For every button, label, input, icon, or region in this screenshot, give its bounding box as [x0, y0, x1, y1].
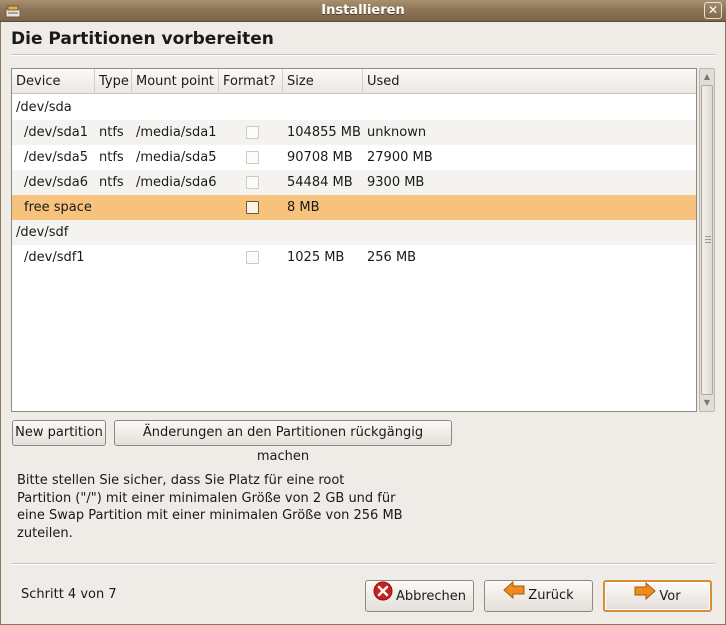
- title-bar: Installieren ✕: [0, 0, 726, 22]
- column-header-used[interactable]: Used: [363, 69, 696, 94]
- table-row[interactable]: /dev/sdf1 1025 MB 256 MB: [12, 245, 696, 270]
- header-separator: [11, 54, 715, 56]
- scroll-up-icon[interactable]: ▲: [701, 71, 713, 83]
- info-line: zuteilen.: [17, 525, 73, 541]
- column-header-device[interactable]: Device: [12, 69, 95, 94]
- forward-button[interactable]: Vor: [603, 580, 712, 612]
- scroll-thumb[interactable]: [701, 85, 713, 395]
- table-row-selected[interactable]: free space 8 MB: [12, 195, 696, 220]
- device-cell: /dev/sda5: [24, 150, 88, 165]
- device-cell: /dev/sdf1: [24, 250, 85, 265]
- table-row[interactable]: /dev/sda5 ntfs /media/sda5 90708 MB 2790…: [12, 145, 696, 170]
- column-header-mount-point[interactable]: Mount point: [132, 69, 219, 94]
- step-indicator: Schritt 4 von 7: [21, 587, 117, 602]
- device-cell: /dev/sdf: [16, 225, 69, 240]
- type-cell: ntfs: [99, 150, 124, 165]
- partition-table[interactable]: Device Type Mount point Format? Size Use…: [11, 68, 697, 412]
- arrow-left-icon: [503, 580, 525, 611]
- used-cell: 27900 MB: [367, 150, 433, 165]
- info-text: Bitte stellen Sie sicher, dass Sie Platz…: [17, 472, 417, 542]
- mount-cell: /media/sda1: [136, 125, 217, 140]
- grip-line: [705, 239, 711, 240]
- footer-separator: [11, 563, 715, 565]
- cancel-button[interactable]: Abbrechen: [365, 580, 474, 612]
- close-button[interactable]: ✕: [704, 2, 722, 19]
- undo-changes-button[interactable]: Änderungen an den Partitionen rückgängig…: [114, 420, 452, 464]
- column-header-size[interactable]: Size: [283, 69, 363, 94]
- table-scrollbar[interactable]: ▲ ▼: [699, 68, 715, 412]
- window-title: Installieren: [321, 3, 405, 18]
- size-cell: 90708 MB: [287, 150, 353, 165]
- size-cell: 1025 MB: [287, 250, 345, 265]
- undo-changes-label: Änderungen an den Partitionen rückgängig…: [142, 425, 424, 464]
- size-cell: 54484 MB: [287, 175, 353, 190]
- close-icon: ✕: [707, 3, 719, 17]
- type-cell: ntfs: [99, 175, 124, 190]
- arrow-right-icon: [634, 581, 657, 612]
- device-cell: free space: [24, 200, 92, 215]
- used-cell: 9300 MB: [367, 175, 425, 190]
- format-checkbox[interactable]: [246, 126, 259, 139]
- grip-line: [705, 242, 711, 243]
- device-cell: /dev/sda: [16, 100, 72, 115]
- format-checkbox[interactable]: [246, 251, 259, 264]
- info-line: eine Swap Partition mit einer minimalen …: [17, 508, 403, 523]
- page-title: Die Partitionen vorbereiten: [11, 29, 274, 49]
- cancel-icon: [373, 581, 393, 613]
- size-cell: 104855 MB: [287, 125, 361, 140]
- mount-cell: /media/sda5: [136, 150, 217, 165]
- table-row[interactable]: /dev/sda6 ntfs /media/sda6 54484 MB 9300…: [12, 170, 696, 195]
- format-checkbox[interactable]: [246, 151, 259, 164]
- info-line: Partition ("/") mit einer minimalen Größ…: [17, 490, 396, 506]
- scroll-down-icon[interactable]: ▼: [701, 397, 713, 409]
- used-cell: 256 MB: [367, 250, 417, 265]
- table-row[interactable]: /dev/sdf: [12, 220, 696, 245]
- table-row[interactable]: /dev/sda1 ntfs /media/sda1 104855 MB unk…: [12, 120, 696, 145]
- column-header-type[interactable]: Type: [95, 69, 132, 94]
- cancel-label: Abbrechen: [395, 589, 467, 604]
- size-cell: 8 MB: [287, 200, 320, 215]
- table-header: Device Type Mount point Format? Size Use…: [12, 69, 696, 94]
- table-row[interactable]: /dev/sda: [12, 95, 696, 120]
- column-header-format[interactable]: Format?: [219, 69, 283, 94]
- format-checkbox[interactable]: [246, 201, 259, 214]
- info-line: Bitte stellen Sie sicher, dass Sie Platz…: [17, 473, 345, 488]
- device-cell: /dev/sda1: [24, 125, 88, 140]
- forward-label: Vor: [659, 589, 681, 604]
- device-cell: /dev/sda6: [24, 175, 88, 190]
- type-cell: ntfs: [99, 125, 124, 140]
- new-partition-button[interactable]: New partition: [12, 420, 106, 446]
- mount-cell: /media/sda6: [136, 175, 217, 190]
- format-checkbox[interactable]: [246, 176, 259, 189]
- back-button[interactable]: Zurück: [484, 580, 593, 612]
- back-label: Zurück: [528, 588, 574, 603]
- used-cell: unknown: [367, 125, 427, 140]
- grip-line: [705, 236, 711, 237]
- new-partition-label: New partition: [15, 425, 103, 440]
